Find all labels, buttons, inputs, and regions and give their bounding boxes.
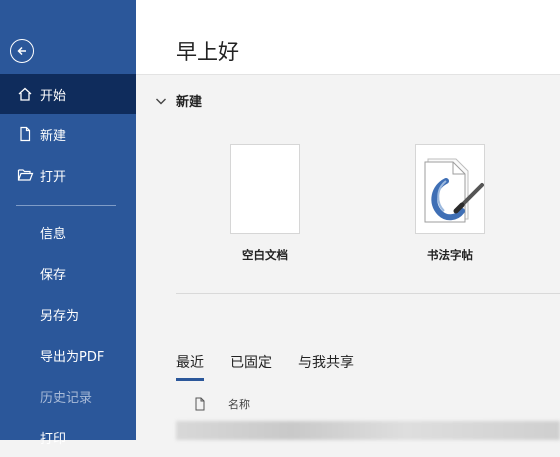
sidebar-item-label: 信息 xyxy=(40,226,67,242)
new-document-icon xyxy=(16,125,34,143)
sidebar-item-label: 打开 xyxy=(40,169,67,185)
file-list-header: 名称 xyxy=(194,396,250,412)
sidebar-item-label: 另存为 xyxy=(40,308,80,324)
back-arrow-icon xyxy=(17,46,26,56)
sidebar-item-label: 历史记录 xyxy=(40,390,93,406)
template-blank-document[interactable]: 空白文档 xyxy=(230,144,300,263)
sidebar-item-save[interactable]: 保存 xyxy=(0,253,136,293)
header-bar: 早上好 xyxy=(136,0,560,75)
sidebar: 开始 新建 打开 信息 保存 另存为 导出为PDF 历史记录 打印 xyxy=(0,0,136,447)
chevron-down-icon xyxy=(156,98,166,104)
sidebar-item-save-as[interactable]: 另存为 xyxy=(0,294,136,334)
calligraphy-icon xyxy=(415,144,485,234)
template-calligraphy[interactable]: 书法字帖 xyxy=(415,144,485,263)
sidebar-item-label: 导出为PDF xyxy=(40,349,105,365)
sidebar-item-open[interactable]: 打开 xyxy=(0,155,136,195)
recent-tabs: 最近 已固定 与我共享 xyxy=(176,352,380,381)
sidebar-item-history[interactable]: 历史记录 xyxy=(0,376,136,416)
sidebar-item-label: 新建 xyxy=(40,128,67,144)
tab-pinned[interactable]: 已固定 xyxy=(230,352,272,378)
sidebar-item-label: 保存 xyxy=(40,267,67,283)
back-button[interactable] xyxy=(10,39,34,63)
template-label: 空白文档 xyxy=(242,248,288,262)
file-icon xyxy=(195,397,205,411)
tab-recent[interactable]: 最近 xyxy=(176,352,204,381)
tab-shared[interactable]: 与我共享 xyxy=(298,352,354,378)
page-title: 早上好 xyxy=(176,40,239,64)
template-label: 书法字帖 xyxy=(427,248,473,262)
file-list-row[interactable] xyxy=(176,421,560,440)
main-panel: 早上好 新建 空白文档 书法字帖 最近 已固定 与我共享 名称 xyxy=(136,0,560,440)
sidebar-item-home[interactable]: 开始 xyxy=(0,74,136,114)
sidebar-item-print[interactable]: 打印 xyxy=(0,417,136,457)
sidebar-divider xyxy=(16,205,116,206)
sidebar-item-export-pdf[interactable]: 导出为PDF xyxy=(0,335,136,375)
sidebar-item-new[interactable]: 新建 xyxy=(0,114,136,154)
sidebar-item-label: 打印 xyxy=(40,431,67,447)
column-name[interactable]: 名称 xyxy=(228,396,250,412)
blank-document-icon xyxy=(230,144,300,234)
new-section-title: 新建 xyxy=(176,95,203,110)
open-folder-icon xyxy=(16,166,34,184)
new-section-header[interactable]: 新建 xyxy=(154,91,202,110)
sidebar-item-info[interactable]: 信息 xyxy=(0,212,136,252)
section-divider xyxy=(176,293,560,294)
sidebar-item-label: 开始 xyxy=(40,88,67,104)
home-icon xyxy=(16,85,34,103)
